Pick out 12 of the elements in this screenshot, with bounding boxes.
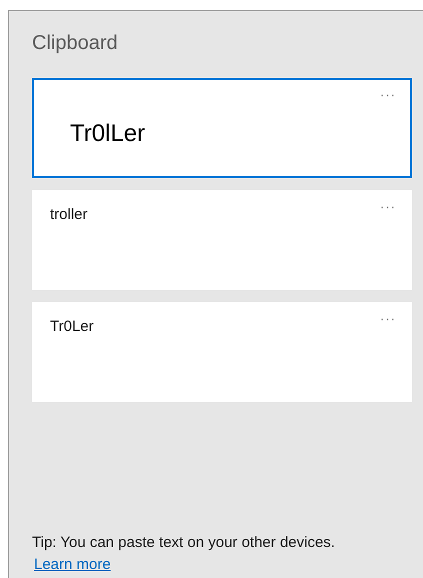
tip-text: Tip: You can paste text on your other devices. (32, 533, 335, 553)
clipboard-text: Tr0Ler (50, 317, 94, 337)
clipboard-item[interactable]: Tr0lLer ··· (32, 78, 412, 178)
panel-title: Clipboard (32, 31, 118, 56)
learn-more-link[interactable]: Learn more (34, 554, 111, 576)
clipboard-text: troller (50, 205, 88, 225)
more-button[interactable]: ··· (380, 312, 396, 326)
clipboard-item[interactable]: troller ··· (32, 190, 412, 290)
clipboard-item[interactable]: Tr0Ler ··· (32, 302, 412, 402)
clipboard-text: Tr0lLer (70, 120, 146, 148)
more-button[interactable]: ··· (380, 200, 396, 214)
more-button[interactable]: ··· (380, 88, 396, 102)
